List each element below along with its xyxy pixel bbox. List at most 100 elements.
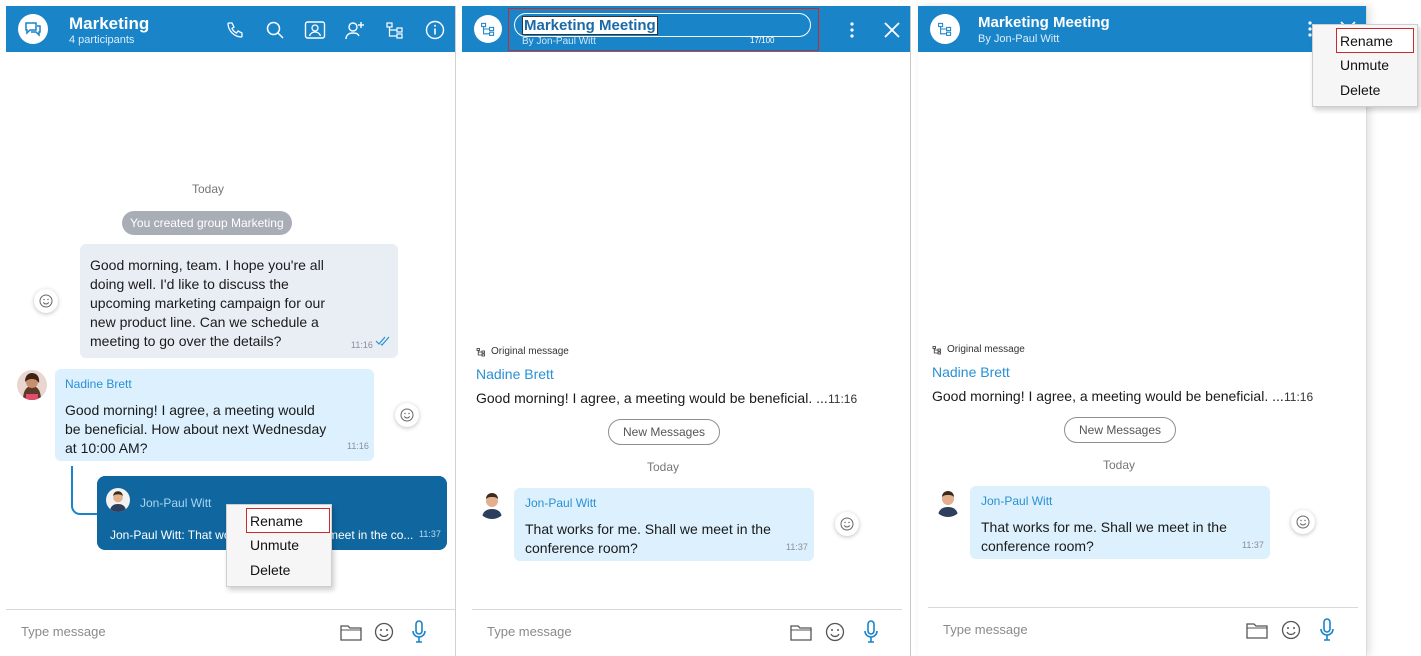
reply-preview-tail: meet in the co...	[328, 528, 414, 542]
original-message-text: Original message	[491, 346, 569, 357]
thread-connector	[71, 466, 98, 515]
original-time: 11:16	[828, 392, 858, 406]
folder-icon[interactable]	[339, 620, 363, 644]
day-separator: Today	[1103, 458, 1136, 472]
thread-header: Marketing Meeting By Jon-Paul Witt 17/10…	[462, 6, 910, 52]
info-icon[interactable]	[424, 19, 446, 41]
chat-header: Marketing 4 participants	[6, 6, 455, 52]
message-text: That works for me. Shall we meet in the …	[981, 519, 1227, 554]
sender-name: Nadine Brett	[65, 377, 132, 391]
avatar[interactable]	[933, 487, 963, 517]
new-messages-button[interactable]: New Messages	[608, 419, 721, 445]
smiley-icon	[400, 408, 414, 422]
day-separator: Today	[647, 460, 680, 474]
search-icon[interactable]	[264, 19, 286, 41]
sender-name: Jon-Paul Witt	[525, 496, 597, 510]
group-avatar[interactable]	[18, 14, 48, 44]
message-time: 11:37	[1242, 540, 1264, 550]
smiley-icon[interactable]	[372, 620, 396, 644]
chat-bubbles-icon	[25, 22, 41, 37]
smiley-icon	[1296, 515, 1310, 529]
original-sender: Nadine Brett	[932, 364, 1010, 380]
menu-item-unmute[interactable]: Unmute	[227, 533, 331, 558]
double-check-icon	[375, 336, 390, 346]
day-separator: Today	[192, 182, 225, 196]
message-composer: Type message	[928, 607, 1358, 647]
menu-item-rename[interactable]: Rename	[1336, 28, 1414, 53]
react-emoji-button[interactable]	[395, 403, 419, 427]
thread-avatar	[930, 14, 960, 44]
thread-panel-menu: Marketing Meeting By Jon-Paul Witt Origi…	[918, 6, 1367, 656]
original-time: 11:16	[1284, 390, 1314, 404]
react-emoji-button[interactable]	[835, 512, 859, 536]
thread-author: By Jon-Paul Witt	[978, 33, 1060, 45]
smiley-icon[interactable]	[1279, 618, 1303, 642]
original-sender: Nadine Brett	[476, 366, 554, 382]
system-message: You created group Marketing	[122, 211, 292, 235]
menu-item-delete[interactable]: Delete	[1313, 78, 1417, 103]
message-time: 11:37	[419, 529, 441, 539]
thread-title: Marketing Meeting	[978, 14, 1110, 31]
message-time: 11:16	[351, 340, 373, 350]
message-input[interactable]: Type message	[943, 622, 1028, 637]
original-text: Good morning! I agree, a meeting would b…	[932, 388, 1284, 404]
folder-icon[interactable]	[1245, 618, 1269, 642]
close-icon[interactable]	[881, 19, 903, 41]
message-text: That works for me. Shall we meet in the …	[525, 521, 771, 556]
new-messages-button[interactable]: New Messages	[1064, 417, 1177, 443]
thread-panel-renaming: Marketing Meeting By Jon-Paul Witt 17/10…	[462, 6, 911, 656]
add-person-icon[interactable]	[344, 19, 366, 41]
react-emoji-button[interactable]	[34, 289, 58, 313]
participants-count: 4 participants	[69, 34, 135, 46]
sender-name: Jon-Paul Witt	[981, 494, 1053, 508]
avatar[interactable]	[477, 489, 507, 519]
smiley-icon	[840, 517, 854, 531]
smiley-icon[interactable]	[823, 620, 847, 644]
contact-card-icon[interactable]	[304, 19, 326, 41]
original-text: Good morning! I agree, a meeting would b…	[476, 390, 828, 406]
thread-author: By Jon-Paul Witt	[522, 36, 596, 47]
message-text: Good morning, team. I hope you're all do…	[90, 257, 326, 349]
more-vertical-icon[interactable]	[841, 19, 863, 41]
thread-icon	[932, 345, 941, 354]
thread-title-value: Marketing Meeting	[522, 16, 658, 35]
original-message-label: Original message	[932, 344, 1025, 355]
message-composer: Type message	[472, 609, 902, 649]
react-emoji-button[interactable]	[1291, 510, 1315, 534]
message-time: 11:16	[347, 441, 369, 451]
reply-preview: Jon-Paul Witt: That wo	[110, 528, 231, 542]
message-time: 11:37	[786, 542, 808, 552]
chat-title: Marketing	[69, 14, 150, 33]
smiley-icon	[39, 294, 53, 308]
thread-icon	[481, 22, 495, 36]
thread-icon	[476, 347, 485, 356]
original-message-text: Original message	[947, 344, 1025, 355]
incoming-message[interactable]: Jon-Paul Witt That works for me. Shall w…	[970, 486, 1270, 559]
char-counter: 17/100	[750, 36, 775, 45]
microphone-icon[interactable]	[407, 620, 431, 644]
message-input[interactable]: Type message	[21, 624, 106, 639]
thread-header: Marketing Meeting By Jon-Paul Witt	[918, 6, 1366, 52]
incoming-message[interactable]: Nadine Brett Good morning! I agree, a me…	[55, 369, 374, 461]
avatar	[106, 488, 130, 512]
thread-icon	[938, 22, 952, 36]
context-menu: Rename Unmute Delete	[226, 504, 332, 587]
thread-title-input[interactable]: Marketing Meeting	[514, 13, 811, 37]
menu-item-rename[interactable]: Rename	[246, 508, 330, 533]
message-input[interactable]: Type message	[487, 624, 572, 639]
avatar[interactable]	[17, 370, 47, 400]
microphone-icon[interactable]	[1315, 618, 1339, 642]
microphone-icon[interactable]	[859, 620, 883, 644]
phone-icon[interactable]	[224, 19, 246, 41]
message-composer: Type message	[6, 609, 455, 649]
menu-item-unmute[interactable]: Unmute	[1313, 53, 1417, 78]
thread-avatar	[474, 15, 502, 43]
group-chat-panel: Marketing 4 participants Today You creat…	[6, 6, 456, 656]
folder-icon[interactable]	[789, 620, 813, 644]
outgoing-message[interactable]: Good morning, team. I hope you're all do…	[80, 244, 398, 358]
incoming-message[interactable]: Jon-Paul Witt That works for me. Shall w…	[514, 488, 814, 561]
sender-name: Jon-Paul Witt	[140, 496, 212, 510]
menu-item-delete[interactable]: Delete	[227, 558, 331, 583]
message-text: Good morning! I agree, a meeting would b…	[65, 402, 327, 456]
thread-icon[interactable]	[384, 19, 406, 41]
